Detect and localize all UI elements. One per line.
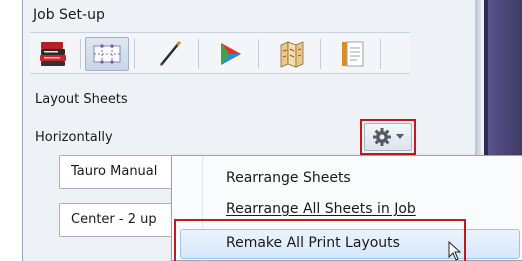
tab-layout[interactable] bbox=[85, 37, 129, 71]
gear-button-highlight bbox=[360, 119, 416, 155]
toolbar-separator bbox=[380, 39, 381, 69]
pen-icon bbox=[160, 40, 182, 66]
tab-pen[interactable] bbox=[148, 37, 192, 71]
section-label: Layout Sheets bbox=[35, 92, 128, 107]
menu-item-rearrange-sheets[interactable]: Rearrange Sheets bbox=[226, 170, 351, 186]
toolbar-separator bbox=[80, 39, 81, 69]
layout-dropdown[interactable]: Tauro Manual bbox=[59, 155, 179, 189]
tab-color[interactable] bbox=[208, 37, 252, 71]
position-dropdown[interactable]: Center - 2 up bbox=[59, 203, 179, 237]
tab-document[interactable] bbox=[330, 37, 374, 71]
toolbar-separator bbox=[198, 39, 199, 69]
panel-title: Job Set-up bbox=[33, 7, 105, 23]
toolbar-separator bbox=[258, 39, 259, 69]
color-wheel-icon bbox=[221, 43, 241, 65]
tab-folding[interactable] bbox=[270, 37, 314, 71]
toolbar-separator bbox=[320, 39, 321, 69]
chevron-down-icon bbox=[396, 134, 404, 139]
books-icon bbox=[40, 42, 66, 66]
document-page-icon bbox=[342, 41, 364, 67]
tab-books[interactable] bbox=[32, 37, 76, 71]
remake-highlight-box bbox=[174, 219, 466, 261]
grid-layout-icon bbox=[93, 44, 121, 64]
menu-item-rearrange-all-sheets[interactable]: Rearrange All Sheets in Job bbox=[226, 201, 416, 217]
folding-map-icon bbox=[280, 41, 304, 68]
mouse-pointer-icon bbox=[448, 241, 462, 261]
gear-icon bbox=[373, 128, 391, 146]
toolbar bbox=[30, 32, 410, 74]
gear-menu-button[interactable] bbox=[364, 123, 412, 151]
horizontally-label: Horizontally bbox=[35, 130, 113, 145]
toolbar-separator bbox=[134, 39, 135, 69]
